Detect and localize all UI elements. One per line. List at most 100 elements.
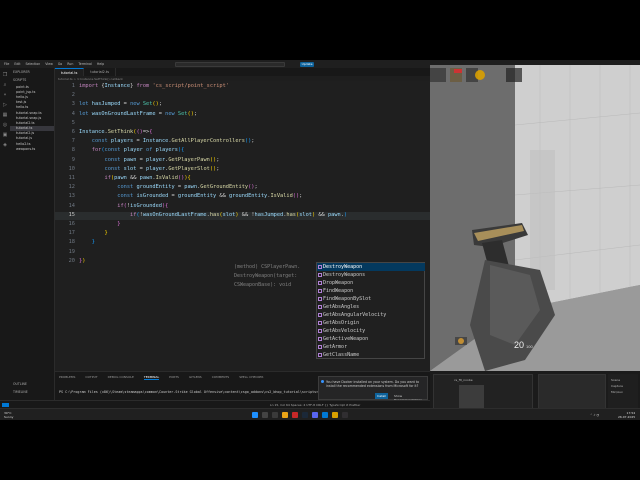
clock[interactable]: 17:54 26.07.2025 bbox=[618, 411, 635, 419]
suggestion-label: GetAbsAngles bbox=[323, 304, 360, 310]
method-icon bbox=[318, 297, 322, 301]
menu-item-selection[interactable]: Selection bbox=[26, 62, 41, 66]
panel-tab-comments[interactable]: COMMENTS bbox=[212, 375, 230, 380]
cs2-icon[interactable] bbox=[332, 412, 338, 418]
suggestion-label: GetActiveWeapon bbox=[323, 336, 369, 342]
explorer-bottom-sections: OUTLINE TIMELINE bbox=[10, 380, 55, 396]
suggestion-item[interactable]: GetClassName bbox=[317, 351, 425, 359]
menu-item-view[interactable]: View bbox=[45, 62, 53, 66]
code-line[interactable]: 17 } bbox=[55, 230, 430, 239]
line-number: 7 bbox=[71, 138, 75, 145]
weather-widget[interactable]: 30°C Sunny bbox=[4, 411, 13, 419]
explorer-icon[interactable]: ❐ bbox=[3, 73, 8, 78]
obs-source-item[interactable]: Mic/Aux bbox=[611, 390, 623, 394]
steam-icon[interactable] bbox=[302, 412, 308, 418]
menu-item-go[interactable]: Go bbox=[58, 62, 62, 66]
git-graph-icon[interactable]: ◈ bbox=[3, 143, 8, 148]
docker-icon[interactable]: ▣ bbox=[3, 133, 8, 138]
obs-source-item[interactable]: Capture bbox=[611, 384, 623, 388]
menu-item-help[interactable]: Help bbox=[97, 62, 104, 66]
discord-icon[interactable] bbox=[312, 412, 318, 418]
code-line[interactable]: 12 const groundEntity = pawn.GetGroundEn… bbox=[55, 184, 430, 193]
panel-tab-output[interactable]: OUTPUT bbox=[85, 375, 97, 380]
menu-item-run[interactable]: Run bbox=[67, 62, 73, 66]
code-line[interactable]: 3 let hasJumped = new Set(); bbox=[55, 101, 430, 110]
suggestion-item[interactable]: GetAbsVelocity bbox=[317, 327, 425, 335]
search-icon[interactable] bbox=[262, 412, 268, 418]
code-line[interactable]: 10 const slot = player.GetPlayerSlot(); bbox=[55, 166, 430, 175]
suggestion-item[interactable]: GetAbsAngularVelocity bbox=[317, 311, 425, 319]
obs-icon[interactable] bbox=[342, 412, 348, 418]
code-line[interactable]: 18 } bbox=[55, 239, 430, 248]
method-icon bbox=[318, 345, 322, 349]
explorer-section[interactable]: SCRIPTS bbox=[10, 76, 54, 84]
outline-section[interactable]: OUTLINE bbox=[10, 380, 55, 388]
editor-tab[interactable]: tutorial.ts bbox=[55, 68, 85, 76]
obs-source-item[interactable]: Scene bbox=[611, 378, 620, 382]
suggestion-item[interactable]: DestroyWeapons bbox=[317, 271, 425, 279]
terminal-prompt[interactable]: PS C:\Program Files (x86)\Steam\steamapp… bbox=[59, 390, 318, 394]
method-icon bbox=[318, 305, 322, 309]
code-line[interactable]: 16 } bbox=[55, 221, 430, 230]
vscode-icon[interactable] bbox=[322, 412, 328, 418]
code-line[interactable]: 1 import {Instance} from 'cs_script/point… bbox=[55, 83, 430, 92]
search-icon[interactable]: ⌕ bbox=[3, 83, 8, 88]
code-line[interactable]: 19 bbox=[55, 249, 430, 258]
code-line[interactable]: 8 for(const player of players){ bbox=[55, 147, 430, 156]
code-line[interactable]: 5 bbox=[55, 120, 430, 129]
suggestion-label: FindWeaponBySlot bbox=[323, 296, 372, 302]
line-number: 12 bbox=[68, 184, 75, 191]
line-code: const players = Instance.GetAllPlayerCon… bbox=[91, 138, 255, 145]
line-code: const isGrounded = groundEntity && groun… bbox=[117, 193, 303, 200]
panel-tab-debug-console[interactable]: DEBUG CONSOLE bbox=[108, 375, 134, 380]
code-line[interactable]: 7 const players = Instance.GetAllPlayerC… bbox=[55, 138, 430, 147]
explorer-title: EXPLORER bbox=[13, 70, 30, 74]
suggestion-item[interactable]: FindWeapon bbox=[317, 287, 425, 295]
code-line[interactable]: 9 const pawn = player.GetPlayerPawn(); bbox=[55, 157, 430, 166]
file-explorer-icon[interactable] bbox=[282, 412, 288, 418]
code-line[interactable]: 14 if(!isGrounded){ bbox=[55, 203, 430, 212]
task-view-icon[interactable] bbox=[272, 412, 278, 418]
browser-icon[interactable] bbox=[292, 412, 298, 418]
code-line[interactable]: 2 bbox=[55, 92, 430, 101]
panel-tab-terminal[interactable]: TERMINAL bbox=[143, 375, 160, 380]
line-number: 17 bbox=[68, 230, 75, 237]
suggestion-item[interactable]: DropWeapon bbox=[317, 279, 425, 287]
code-line[interactable]: 13 const isGrounded = groundEntity && gr… bbox=[55, 193, 430, 202]
panel-tab-spell-checker[interactable]: SPELL CHECKER bbox=[239, 375, 263, 380]
line-code: if(!wasOnGroundLastFrame.has(slot) && !h… bbox=[130, 211, 348, 218]
method-icon bbox=[318, 273, 322, 277]
install-button[interactable]: Install bbox=[375, 393, 389, 399]
menu-item-terminal[interactable]: Terminal bbox=[78, 62, 91, 66]
suggestion-item[interactable]: GetAbsOrigin bbox=[317, 319, 425, 327]
suggestion-item[interactable]: GetAbsAngles bbox=[317, 303, 425, 311]
status-right[interactable]: Ln 15, Col 64 Spaces: 4 UTF-8 CRLF {} Ty… bbox=[270, 403, 360, 407]
extensions-icon[interactable]: ▦ bbox=[3, 113, 8, 118]
suggestion-item[interactable]: GetArmor bbox=[317, 343, 425, 351]
code-line[interactable]: 15 if(!wasOnGroundLastFrame.has(slot) &&… bbox=[55, 211, 430, 221]
code-line[interactable]: 11 if(pawn && pawn.IsValid()){ bbox=[55, 175, 430, 184]
file-item[interactable]: weapons.ts bbox=[10, 146, 54, 151]
menu-item-file[interactable]: File bbox=[4, 62, 9, 66]
code-line[interactable]: 6 Instance.SetThink(()=>{ bbox=[55, 129, 430, 138]
command-center[interactable] bbox=[175, 61, 285, 67]
panel-tab-ports[interactable]: PORTS bbox=[169, 375, 179, 380]
windows-start-icon[interactable] bbox=[252, 412, 258, 418]
remote-indicator[interactable] bbox=[2, 403, 9, 407]
editor-tab[interactable]: tutorial2.ts bbox=[84, 68, 116, 76]
line-number: 1 bbox=[71, 83, 75, 89]
suggestion-item[interactable]: GetActiveWeapon bbox=[317, 335, 425, 343]
source-control-icon[interactable]: ⑂ bbox=[3, 93, 8, 98]
menu-item-edit[interactable]: Edit bbox=[14, 62, 20, 66]
update-button[interactable]: Update bbox=[300, 61, 314, 67]
panel-tab-gitlens[interactable]: GITLENS bbox=[189, 375, 202, 380]
suggestion-item[interactable]: DestroyWeapon bbox=[317, 263, 425, 271]
panel-tab-problems[interactable]: PROBLEMS bbox=[59, 375, 75, 380]
system-tray[interactable]: ⌃ ♪ ◔ bbox=[590, 413, 599, 417]
timeline-section[interactable]: TIMELINE bbox=[10, 388, 55, 396]
run-debug-icon[interactable]: ▷ bbox=[3, 103, 8, 108]
game-viewport[interactable]: 20 100 bbox=[430, 65, 640, 371]
remote-icon[interactable]: ◎ bbox=[3, 123, 8, 128]
suggestion-item[interactable]: FindWeaponBySlot bbox=[317, 295, 425, 303]
code-line[interactable]: 4 let wasOnGroundLastFrame = new Set(); bbox=[55, 111, 430, 120]
